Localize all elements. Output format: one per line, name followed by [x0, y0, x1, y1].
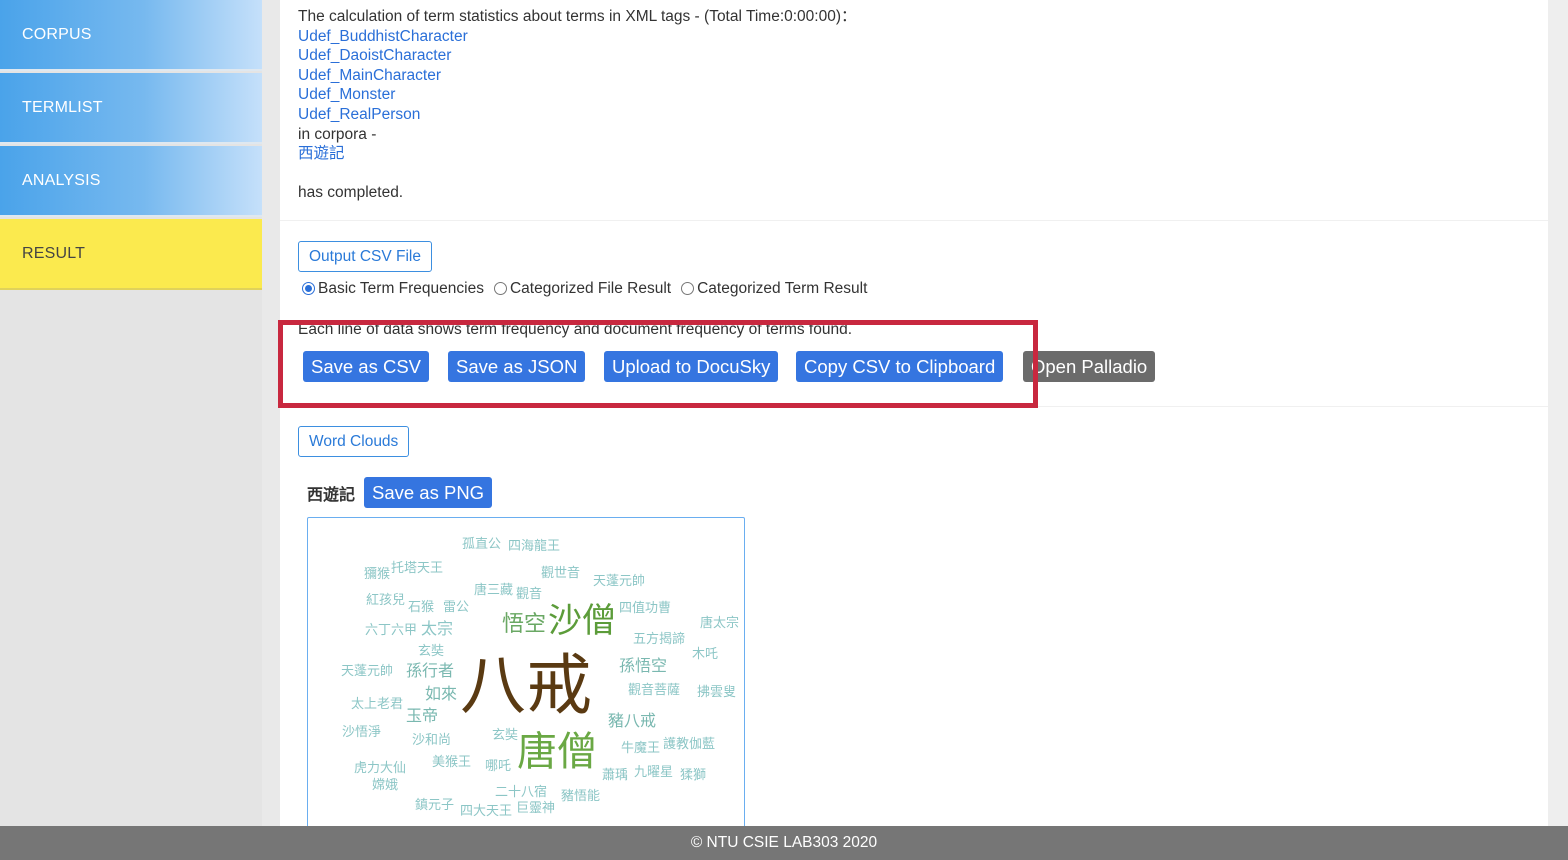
word-cloud-term: 猱獅 — [680, 768, 707, 783]
word-cloud-term: 蕭瑀 — [602, 768, 629, 783]
radio-categorized-term-result[interactable]: Categorized Term Result — [681, 280, 867, 298]
open-palladio-button[interactable]: Open Palladio — [1023, 351, 1156, 382]
in-corpora-label: in corpora - — [298, 125, 377, 143]
word-cloud-term: 觀音菩薩 — [628, 683, 681, 698]
radio-label: Categorized Term Result — [697, 280, 868, 297]
word-cloud-term: 觀音 — [516, 587, 543, 602]
word-cloud-term: 四值功曹 — [619, 601, 672, 616]
word-cloud-term: 玉帝 — [406, 706, 439, 725]
completed-label: has completed. — [298, 184, 404, 202]
sidebar-item-termlist[interactable]: TERMLIST — [0, 73, 262, 144]
word-cloud-term: 美猴王 — [432, 755, 472, 770]
footer: © NTU CSIE LAB303 2020 — [0, 826, 1568, 860]
word-cloud-term: 獼猴 — [364, 567, 391, 582]
result-type-radios: Basic Term Frequencies Categorized File … — [302, 280, 877, 298]
word-cloud-term: 玄奘 — [492, 728, 519, 743]
radio-label: Categorized File Result — [509, 280, 672, 297]
word-cloud-term: 雷公 — [443, 600, 470, 615]
sidebar: CORPUS TERMLIST ANALYSIS RESULT — [0, 0, 262, 826]
word-cloud-term: 如來 — [425, 684, 458, 703]
sidebar-item-result[interactable]: RESULT — [0, 219, 262, 290]
word-cloud-term: 唐太宗 — [700, 616, 740, 631]
word-cloud-term: 沙悟淨 — [342, 725, 382, 740]
word-cloud-term: 九曜星 — [634, 765, 674, 780]
word-cloud-term: 五方揭諦 — [633, 632, 686, 647]
sidebar-item-corpus[interactable]: CORPUS — [0, 0, 262, 71]
word-cloud-term: 虎力大仙 — [354, 761, 407, 776]
word-cloud-term: 豬悟能 — [561, 789, 601, 804]
corpus-link[interactable]: 西遊記 — [298, 144, 857, 164]
tag-link[interactable]: Udef_Monster — [298, 85, 857, 105]
word-cloud-term: 太宗 — [421, 619, 454, 638]
word-cloud-corpus-label: 西遊記 — [307, 487, 356, 504]
tag-link[interactable]: Udef_RealPerson — [298, 105, 857, 125]
tag-link[interactable]: Udef_MainCharacter — [298, 66, 857, 86]
radio-label: Basic Term Frequencies — [318, 280, 484, 297]
radio-unchecked-icon[interactable] — [493, 282, 507, 295]
divider — [280, 220, 1548, 221]
save-as-png-button[interactable]: Save as PNG — [364, 477, 493, 508]
word-cloud-term: 嫦娥 — [372, 778, 399, 793]
word-cloud-term: 四大天王 — [460, 804, 513, 819]
word-cloud-term: 沙和尚 — [412, 733, 452, 748]
word-cloud-term: 孤直公 — [462, 537, 502, 552]
word-cloud-term: 巨靈神 — [516, 801, 556, 816]
word-cloud: 孤直公 四海龍王 獼猴 托塔天王 觀世音 天蓬元帥 唐三藏 觀音 紅孩兒 石猴 雷公 四值功曹 悟空 沙僧… — [307, 517, 745, 837]
output-csv-file-button[interactable]: Output CSV File — [298, 241, 432, 272]
word-cloud-term: 二十八宿 — [495, 785, 548, 800]
tag-link[interactable]: Udef_DaoistCharacter — [298, 46, 857, 66]
word-cloud-term: 豬八戒 — [608, 711, 657, 730]
radio-categorized-file-result[interactable]: Categorized File Result — [493, 280, 672, 298]
word-cloud-term: 玄奘 — [418, 644, 445, 659]
word-cloud-term: 唐僧 — [517, 729, 597, 775]
radio-unchecked-icon[interactable] — [681, 282, 695, 295]
word-cloud-term: 觀世音 — [541, 566, 581, 581]
completion-notice: The calculation of term statistics about… — [298, 7, 857, 203]
word-cloud-term: 八戒 — [460, 647, 592, 724]
radio-basic-term-frequencies[interactable]: Basic Term Frequencies — [302, 280, 484, 298]
word-clouds-button[interactable]: Word Clouds — [298, 426, 410, 457]
word-cloud-term: 四海龍王 — [508, 539, 561, 554]
word-cloud-term: 石猴 — [408, 600, 435, 615]
word-cloud-term: 木吒 — [692, 647, 719, 662]
word-cloud-term: 鎮元子 — [415, 798, 455, 813]
word-cloud-term: 天蓬元帥 — [593, 574, 646, 589]
word-cloud-term: 太上老君 — [351, 697, 404, 712]
word-cloud-term: 六丁六甲 — [365, 623, 418, 638]
tag-link[interactable]: Udef_BuddhistCharacter — [298, 27, 857, 47]
notice-intro: The calculation of term statistics about… — [298, 8, 857, 25]
word-cloud-term: 孫行者 — [406, 661, 455, 680]
word-cloud-term: 牛魔王 — [621, 741, 661, 756]
word-cloud-term: 紅孩兒 — [366, 593, 406, 608]
word-cloud-term: 托塔天王 — [391, 561, 444, 576]
highlight-annotation-box — [278, 320, 1038, 408]
sidebar-item-analysis[interactable]: ANALYSIS — [0, 146, 262, 217]
word-cloud-term: 護教伽藍 — [663, 737, 716, 752]
word-cloud-term: 孫悟空 — [619, 656, 668, 675]
word-cloud-term: 哪吒 — [485, 759, 512, 774]
word-cloud-term: 悟空 — [502, 612, 547, 637]
page-edge — [1548, 0, 1568, 826]
radio-checked-icon[interactable] — [302, 282, 315, 295]
word-cloud-term: 沙僧 — [548, 601, 616, 641]
word-cloud-term: 唐三藏 — [474, 583, 514, 598]
word-cloud-term: 拂雲叟 — [697, 685, 737, 700]
word-cloud-term: 天蓬元帥 — [341, 664, 394, 679]
result-panel: The calculation of term statistics about… — [280, 0, 1548, 837]
